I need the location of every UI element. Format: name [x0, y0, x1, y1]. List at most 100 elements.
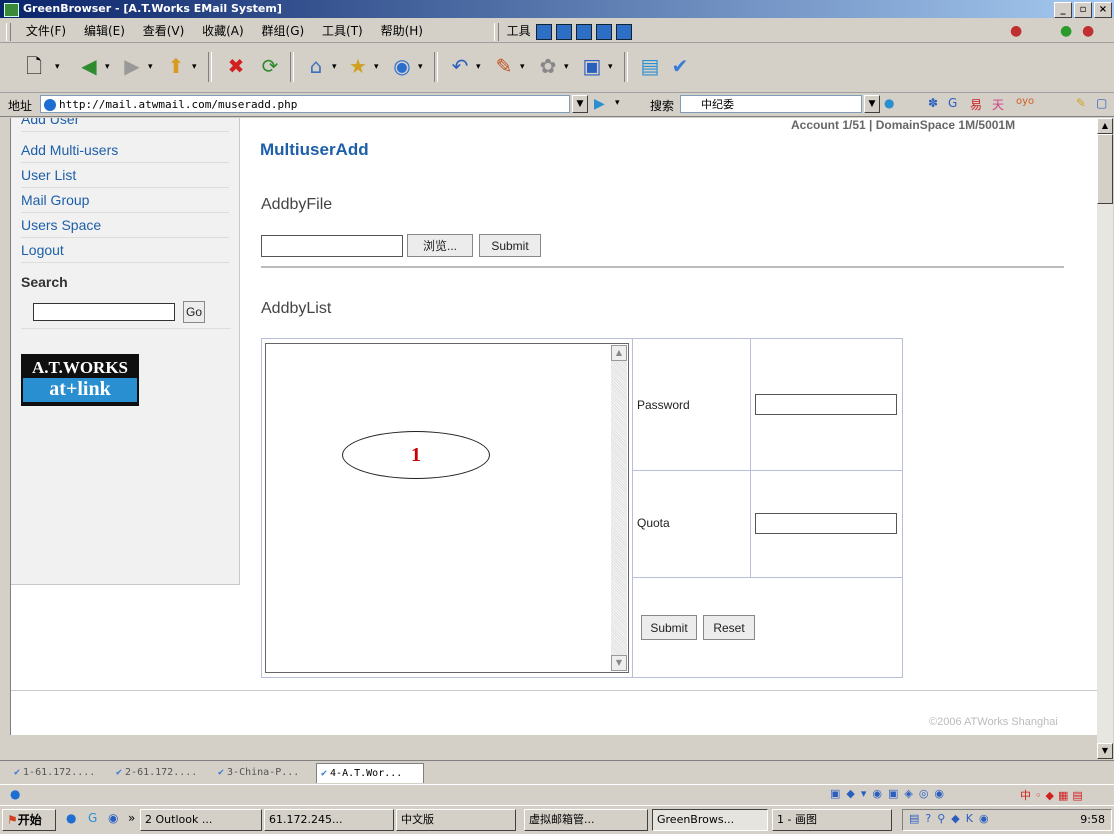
home-dropdown-icon[interactable]: ▾ [332, 62, 337, 72]
user-list-textarea[interactable] [265, 343, 629, 673]
menu-tools[interactable]: 工具(T) [315, 20, 370, 42]
up-button[interactable]: ⬆ [162, 52, 190, 80]
url-input[interactable]: http://mail.atwmail.com/museradd.php [40, 95, 570, 113]
close-button[interactable]: × [1094, 2, 1112, 18]
page-tab-1[interactable]: ✔ 1-61.172.... [10, 763, 110, 783]
new-page-button[interactable]: 🗋 [20, 52, 48, 80]
url-dropdown-button[interactable]: ▼ [572, 95, 588, 113]
green-face-icon[interactable]: ● [1060, 23, 1072, 39]
tianya-icon[interactable]: 天 [992, 96, 1004, 113]
menu-help[interactable]: 帮助(H) [374, 20, 430, 42]
page-tab-4[interactable]: ✔ 4-A.T.Wor... [316, 763, 424, 783]
quicklaunch-ie-icon[interactable]: ● [66, 811, 76, 825]
quicklaunch-more-icon[interactable]: » [128, 811, 135, 825]
page-scroll-down-button[interactable]: ▼ [1097, 743, 1113, 759]
file-path-input[interactable] [261, 235, 403, 257]
skin-dropdown-icon[interactable]: ▾ [564, 62, 569, 72]
menu-view[interactable]: 查看(V) [136, 20, 192, 42]
web-search-input[interactable]: 中纪委 [680, 95, 862, 113]
sidebar-item-add-multi-users[interactable]: Add Multi-users [21, 138, 229, 163]
web-dropdown-icon[interactable]: ▾ [418, 62, 423, 72]
tray-icons[interactable]: ▤?⚲◆K◉ [909, 812, 995, 825]
find-icon[interactable]: ▢ [1096, 96, 1107, 110]
task-outlook[interactable]: 2 Outlook ... [140, 809, 262, 831]
back-button[interactable]: ◀ [75, 52, 103, 80]
menu-file[interactable]: 文件(F) [19, 20, 73, 42]
back-dropdown-icon[interactable]: ▾ [105, 62, 110, 72]
tool-icon-1[interactable] [536, 23, 553, 40]
ime-icons[interactable]: 中◦◆▦▤ [1020, 787, 1087, 803]
up-dropdown-icon[interactable]: ▾ [192, 62, 197, 72]
yisou-icon[interactable]: 易 [970, 96, 982, 113]
password-input[interactable] [755, 394, 897, 415]
forward-dropdown-icon[interactable]: ▾ [148, 62, 153, 72]
oyo-icon[interactable]: oyo [1016, 96, 1034, 107]
tool-icon-2[interactable] [556, 23, 573, 40]
search-engine-icon[interactable]: ● [884, 96, 894, 110]
group-dropdown-icon[interactable]: ▾ [520, 62, 525, 72]
highlight-icon[interactable]: ✎ [1076, 96, 1086, 110]
sidebar-item-users-space[interactable]: Users Space [21, 213, 229, 238]
google-icon[interactable]: G [948, 96, 957, 110]
menu-favorites[interactable]: 收藏(A) [195, 20, 251, 42]
page-scrollbar[interactable]: ▲ ▼ [1097, 118, 1113, 759]
scroll-up-button[interactable]: ▲ [611, 345, 627, 361]
form-reset-button[interactable]: Reset [703, 615, 755, 640]
go-dropdown-icon[interactable]: ▾ [615, 98, 620, 108]
menu-edit[interactable]: 编辑(E) [77, 20, 132, 42]
baidu-icon[interactable]: ✽ [928, 96, 938, 110]
task-paint[interactable]: 1 - 画图 [772, 809, 892, 831]
task-word-doc[interactable]: 虚拟邮箱管... [524, 809, 648, 831]
new-dropdown-icon[interactable]: ▾ [55, 62, 60, 72]
sidebar-search-input[interactable] [33, 303, 175, 321]
sidebar-item-mail-group[interactable]: Mail Group [21, 188, 229, 213]
home-button[interactable]: ⌂ [302, 52, 330, 80]
minimize-button[interactable]: _ [1054, 2, 1072, 18]
go-button[interactable]: Go [183, 301, 205, 323]
search-dropdown-button[interactable]: ▼ [864, 95, 880, 113]
undo-dropdown-icon[interactable]: ▾ [476, 62, 481, 72]
ie-status-icon: ● [10, 787, 21, 801]
refresh-button[interactable]: ⟳ [256, 52, 284, 80]
tool-icon-4[interactable] [596, 23, 613, 40]
go-arrow-icon[interactable]: ▶ [594, 96, 605, 112]
tab-button[interactable]: ▤ [636, 52, 664, 80]
group-button[interactable]: ✎ [490, 52, 518, 80]
submit-file-button[interactable]: Submit [479, 234, 541, 257]
undo-close-button[interactable]: ↶ [446, 52, 474, 80]
page-tab-2[interactable]: ✔ 2-61.172.... [112, 763, 212, 783]
quicklaunch-greenbrowser-icon[interactable]: G [88, 811, 97, 825]
maximize-button[interactable]: ▫ [1074, 2, 1092, 18]
textarea-scrollbar[interactable]: ▲ ▼ [611, 345, 627, 671]
page-scroll-up-button[interactable]: ▲ [1097, 118, 1113, 134]
start-button[interactable]: ⚑开始 [2, 809, 56, 831]
save-dropdown-icon[interactable]: ▾ [608, 62, 613, 72]
scroll-down-button[interactable]: ▼ [611, 655, 627, 671]
quicklaunch-app-icon[interactable]: ◉ [108, 811, 118, 825]
task-folder[interactable]: 中文版 [396, 809, 516, 831]
tool-icon-3[interactable] [576, 23, 593, 40]
page-scroll-thumb[interactable] [1097, 134, 1113, 204]
task-remote-desktop[interactable]: 61.172.245... [264, 809, 394, 831]
forward-button[interactable]: ▶ [118, 52, 146, 80]
favorites-button[interactable]: ★ [344, 52, 372, 80]
red-face-icon[interactable]: ● [1082, 23, 1094, 39]
sidebar-item-logout[interactable]: Logout [21, 238, 229, 263]
menu-groups[interactable]: 群组(G) [255, 20, 312, 42]
task-greenbrowser[interactable]: GreenBrows... [652, 809, 768, 831]
stop-button[interactable]: ✖ [222, 52, 250, 80]
favorites-dropdown-icon[interactable]: ▾ [374, 62, 379, 72]
quota-input[interactable] [755, 513, 897, 534]
power-icon[interactable]: ● [1010, 23, 1022, 39]
skin-button[interactable]: ✿ [534, 52, 562, 80]
status-tool-icons[interactable]: ▣◆▾◉▣◈◎◉ [830, 787, 950, 800]
tool-icon-5[interactable] [616, 23, 633, 40]
save-button[interactable]: ▣ [578, 52, 606, 80]
page-tab-3[interactable]: ✔ 3-China-P... [214, 763, 314, 783]
form-submit-button[interactable]: Submit [641, 615, 697, 640]
web-button[interactable]: ◉ [388, 52, 416, 80]
sidebar-item-user-list[interactable]: User List [21, 163, 229, 188]
browse-button[interactable]: 浏览... [407, 234, 473, 257]
check-button[interactable]: ✔ [666, 52, 694, 80]
sidebar-item-add-user[interactable]: Add User [21, 118, 229, 132]
